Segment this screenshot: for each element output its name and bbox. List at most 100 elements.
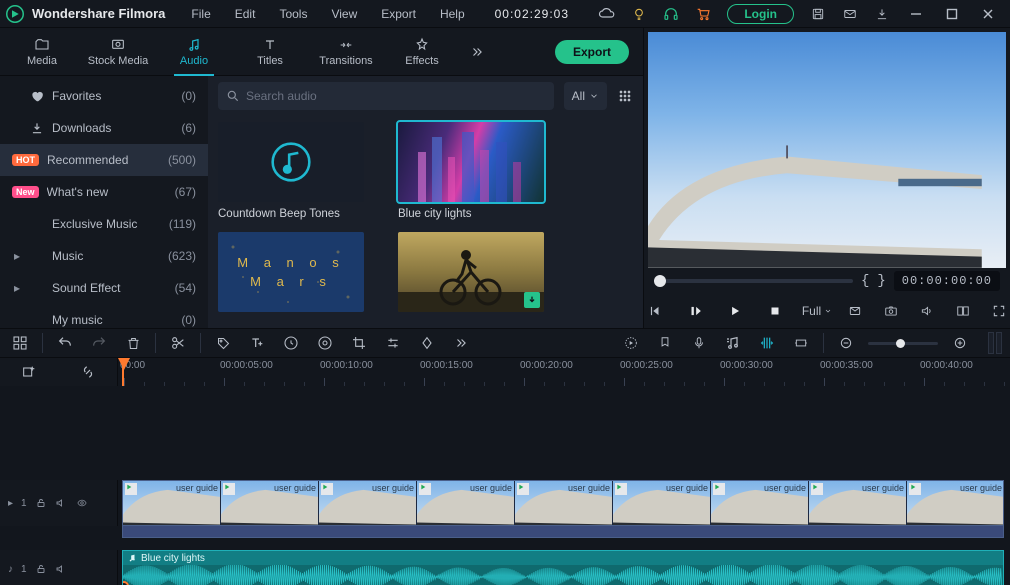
audio-mixer-icon[interactable] [721, 331, 745, 355]
tab-transitions[interactable]: Transitions [308, 28, 384, 76]
volume-icon[interactable] [914, 298, 940, 324]
save-icon[interactable] [804, 0, 832, 28]
sidebar-item-recommended[interactable]: HOT Recommended (500) [0, 144, 208, 176]
color-icon[interactable] [313, 331, 337, 355]
split-button[interactable] [166, 331, 190, 355]
beat-detect-icon[interactable] [755, 331, 779, 355]
speed-icon[interactable] [279, 331, 303, 355]
dots-art [218, 232, 364, 312]
marker-icon[interactable] [653, 331, 677, 355]
mute-icon[interactable] [55, 563, 67, 575]
sidebar-item-downloads[interactable]: Downloads (6) [0, 112, 208, 144]
redo-button[interactable] [87, 331, 111, 355]
zoom-in-icon[interactable] [948, 331, 972, 355]
search-box[interactable] [218, 82, 554, 110]
login-button[interactable]: Login [727, 4, 794, 24]
menu-view[interactable]: View [321, 0, 367, 28]
delete-button[interactable] [121, 331, 145, 355]
menu-tools[interactable]: Tools [269, 0, 317, 28]
voiceover-icon[interactable] [687, 331, 711, 355]
tab-stock[interactable]: Stock Media [80, 28, 156, 76]
menu-help[interactable]: Help [430, 0, 475, 28]
zoom-out-icon[interactable] [834, 331, 858, 355]
download-icon[interactable] [868, 0, 896, 28]
lock-icon[interactable] [35, 497, 47, 509]
tab-titles[interactable]: Titles [232, 28, 308, 76]
text-add-icon[interactable] [245, 331, 269, 355]
sidebar-item-mymusic[interactable]: My music (0) [0, 304, 208, 328]
sidebar-item-favorites[interactable]: Favorites (0) [0, 80, 208, 112]
sidebar-item-exclusive[interactable]: Exclusive Music (119) [0, 208, 208, 240]
more-tools-icon[interactable] [449, 331, 473, 355]
preview-timecode: 00:00:00:00 [894, 271, 1000, 291]
crop-icon[interactable] [347, 331, 371, 355]
window-close[interactable] [972, 0, 1004, 28]
download-badge-icon[interactable] [524, 292, 540, 308]
filter-dropdown[interactable]: All [564, 82, 607, 110]
tab-audio[interactable]: Audio [156, 28, 232, 76]
play-button[interactable] [722, 298, 748, 324]
play-pause-button[interactable] [682, 298, 708, 324]
timeline-ruler[interactable]: 00:0000:00:05:0000:00:10:0000:00:15:0000… [118, 358, 1010, 386]
audio-clip[interactable]: Blue city lights [122, 550, 1004, 585]
video-clip-audio[interactable] [122, 526, 1004, 538]
sidebar-item-whatsnew[interactable]: New What's new (67) [0, 176, 208, 208]
tabs-more-icon[interactable] [468, 45, 486, 59]
cyclist-art [398, 232, 544, 312]
asset-caption: Countdown Beep Tones [218, 208, 376, 220]
tab-effects[interactable]: Effects [384, 28, 460, 76]
compare-icon[interactable] [950, 298, 976, 324]
link-icon[interactable] [80, 364, 96, 380]
layout-icon[interactable] [8, 331, 32, 355]
export-button[interactable]: Export [555, 40, 629, 64]
mark-out-button[interactable]: } [877, 273, 885, 289]
preview-scrubber[interactable] [654, 279, 853, 283]
menu-edit[interactable]: Edit [225, 0, 266, 28]
mark-in-button[interactable]: { [861, 273, 869, 289]
waveform [123, 565, 1003, 585]
keyframe-icon[interactable] [415, 331, 439, 355]
search-input[interactable] [246, 89, 546, 103]
sidebar-item-soundeffect[interactable]: ▸ Sound Effect (54) [0, 272, 208, 304]
undo-button[interactable] [53, 331, 77, 355]
zoom-slider[interactable] [868, 342, 938, 345]
fullscreen-icon[interactable] [986, 298, 1010, 324]
playback-settings-icon[interactable] [842, 298, 868, 324]
eye-icon[interactable] [75, 498, 89, 508]
mail-icon[interactable] [836, 0, 864, 28]
timeline[interactable]: ▸ 1 user guide user guide user guide [0, 386, 1010, 585]
video-clip[interactable]: user guide user guide user guide user gu… [122, 480, 1004, 526]
quality-dropdown[interactable]: Full [802, 298, 832, 324]
snapshot-icon[interactable] [878, 298, 904, 324]
menu-export[interactable]: Export [371, 0, 426, 28]
cart-icon[interactable] [689, 0, 717, 28]
window-maximize[interactable] [936, 0, 968, 28]
asset-thumb-bluecity[interactable]: Blue city lights [398, 122, 556, 220]
asset-thumb-manos[interactable]: M a n o s M a r s [218, 232, 376, 318]
fit-icon[interactable] [789, 331, 813, 355]
menu-file[interactable]: File [181, 0, 220, 28]
preview-monitor[interactable] [644, 28, 1010, 268]
lock-icon[interactable] [35, 563, 47, 575]
sidebar-item-music[interactable]: ▸ Music (623) [0, 240, 208, 272]
mute-icon[interactable] [55, 497, 67, 509]
view-grid-icon[interactable] [617, 88, 633, 104]
step-back-button[interactable] [642, 298, 668, 324]
tab-media[interactable]: Media [4, 28, 80, 76]
render-icon[interactable] [619, 331, 643, 355]
window-minimize[interactable] [900, 0, 932, 28]
tag-icon[interactable] [211, 331, 235, 355]
adjust-icon[interactable] [381, 331, 405, 355]
stop-button[interactable] [762, 298, 788, 324]
video-track-head[interactable]: ▸ 1 [0, 480, 118, 526]
playhead[interactable] [122, 358, 124, 386]
asset-thumb-countdown[interactable]: Countdown Beep Tones [218, 122, 376, 220]
cloud-icon[interactable] [593, 0, 621, 28]
asset-thumb-cyclist[interactable] [398, 232, 556, 318]
headphones-icon[interactable] [657, 0, 685, 28]
add-track-icon[interactable] [21, 364, 37, 380]
asset-caption: Blue city lights [398, 208, 556, 220]
audio-track-head[interactable]: ♪ 1 [0, 550, 118, 585]
lightbulb-icon[interactable] [625, 0, 653, 28]
filter-label: All [572, 89, 585, 103]
